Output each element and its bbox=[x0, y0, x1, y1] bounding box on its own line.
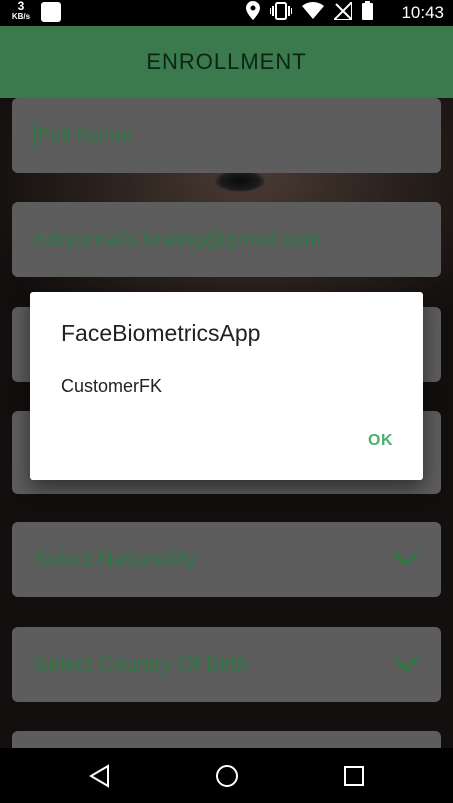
nationality-select[interactable]: Select Nationality bbox=[12, 522, 441, 597]
full-name-placeholder: Full Name bbox=[37, 123, 133, 147]
dialog-message: CustomerFK bbox=[61, 376, 163, 396]
alert-dialog: FaceBiometricsApp CustomerFK OK bbox=[30, 292, 423, 480]
clock: 10:43 bbox=[401, 3, 444, 22]
country-of-birth-select[interactable]: Select Country Of Birth bbox=[12, 627, 441, 702]
wifi-icon bbox=[302, 2, 324, 24]
background-photo bbox=[215, 170, 265, 192]
battery-icon bbox=[362, 1, 373, 25]
nationality-placeholder: Select Nationality bbox=[34, 547, 197, 571]
notification-icon bbox=[41, 2, 61, 22]
dialog-title: FaceBiometricsApp bbox=[61, 320, 261, 346]
no-signal-icon bbox=[331, 0, 353, 25]
back-icon[interactable] bbox=[88, 764, 112, 788]
ok-button[interactable]: OK bbox=[368, 432, 393, 450]
chevron-down-icon bbox=[393, 656, 419, 672]
home-icon[interactable] bbox=[215, 764, 239, 788]
chevron-down-icon bbox=[393, 551, 419, 567]
navigation-bar bbox=[0, 748, 453, 803]
network-speed-value: 3 bbox=[17, 0, 25, 13]
full-name-field[interactable]: Full Name bbox=[12, 98, 441, 173]
form-field-7[interactable] bbox=[12, 731, 441, 748]
network-speed: 3 KB/s bbox=[8, 0, 34, 22]
app-bar: ENROLLMENT bbox=[0, 26, 453, 98]
country-of-birth-placeholder: Select Country Of Birth bbox=[34, 652, 249, 676]
text-cursor bbox=[34, 122, 36, 149]
status-bar: 3 KB/s 10:43 bbox=[0, 0, 453, 26]
recents-icon[interactable] bbox=[342, 764, 366, 788]
page-title: ENROLLMENT bbox=[146, 49, 307, 74]
network-speed-unit: KB/s bbox=[11, 12, 31, 21]
email-value: rubyonrails.testing@gmail.com bbox=[34, 227, 322, 251]
vibrate-icon bbox=[269, 1, 293, 25]
location-icon bbox=[246, 1, 260, 25]
email-field[interactable]: rubyonrails.testing@gmail.com bbox=[12, 202, 441, 277]
